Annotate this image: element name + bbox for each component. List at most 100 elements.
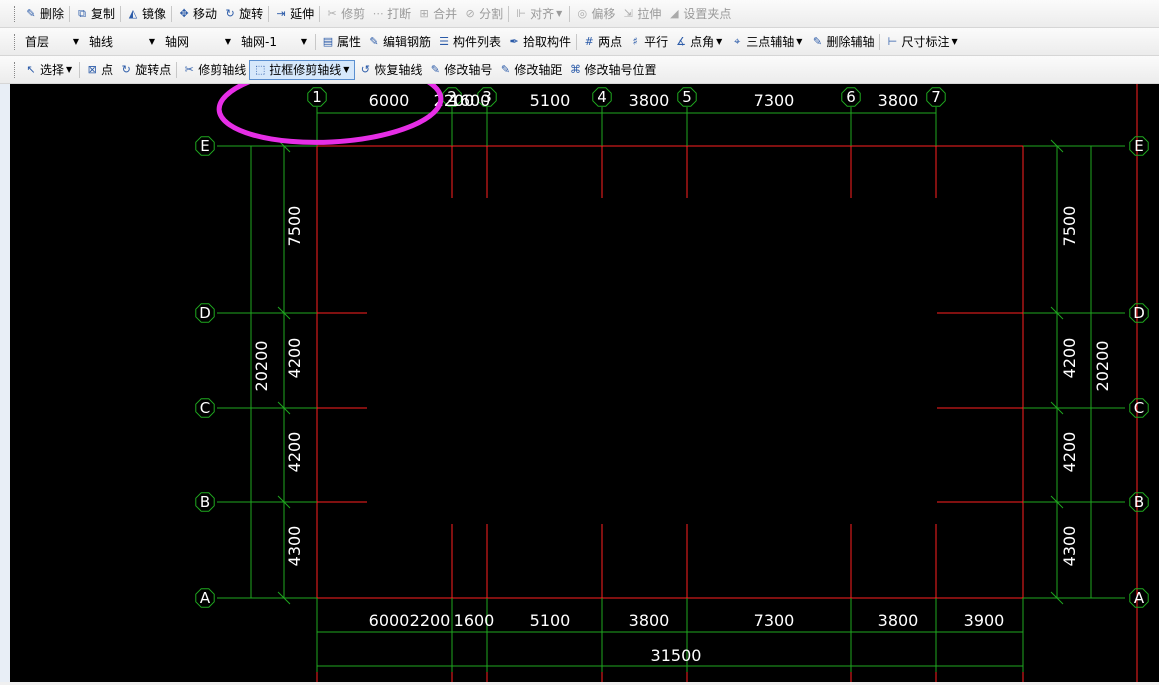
- chevron-down-icon[interactable]: ▼: [343, 65, 349, 74]
- axis-label: B: [200, 493, 210, 511]
- delete-button-label: 删除: [40, 7, 65, 21]
- box-trim-axis-button[interactable]: ⬚ 拉框修剪轴线 ▼: [249, 59, 356, 80]
- separator: [120, 5, 122, 22]
- stretch-button[interactable]: ⇲ 拉伸: [618, 4, 664, 24]
- toolbar-grip[interactable]: [14, 33, 17, 50]
- extend-button[interactable]: ⇥ 延伸: [271, 4, 317, 24]
- trim-button-label: 修剪: [341, 7, 366, 21]
- point-angle-button[interactable]: ∡ 点角 ▼: [671, 32, 727, 52]
- type-select-value: 轴网: [165, 35, 190, 49]
- two-point-button[interactable]: # 两点: [579, 32, 625, 52]
- dimension-text: 7500: [1060, 206, 1079, 247]
- mirror-button-label: 镜像: [142, 7, 167, 21]
- separator: [315, 33, 316, 50]
- separator: [79, 61, 81, 78]
- properties-icon: ▤: [322, 35, 334, 48]
- align-icon: ⊩: [516, 7, 526, 20]
- toolbar-grip[interactable]: [14, 5, 17, 22]
- offset-button-label: 偏移: [591, 7, 616, 21]
- rotate-point-icon: ↻: [121, 63, 131, 76]
- dimension-text: 4200: [285, 432, 304, 473]
- pencil-erase-icon: ✎: [26, 7, 36, 20]
- stretch-button-label: 拉伸: [637, 7, 662, 21]
- floor-select[interactable]: 首层 ▼: [21, 33, 83, 51]
- chevron-down-icon: ▼: [224, 37, 231, 46]
- axis-grid-drawing: 1 2 3 4 5 6 7E ED DC CB BA A6000 22001600 5100 3800 730…: [195, 63, 1149, 682]
- point-angle-button-label: 点角: [690, 35, 715, 49]
- align-button-label: 对齐: [530, 7, 555, 21]
- axis-label: A: [200, 589, 211, 607]
- axis-label: 4: [597, 88, 607, 106]
- trim-button[interactable]: ✂ 修剪: [322, 4, 368, 24]
- restore-axis-button[interactable]: ↺ 恢复轴线: [355, 60, 425, 80]
- copy-button-label: 复制: [91, 7, 116, 21]
- parallel-button[interactable]: ♯ 平行: [625, 32, 671, 52]
- offset-icon: ◎: [577, 7, 588, 20]
- delete-aux-button[interactable]: ✎ 删除辅轴: [807, 32, 877, 52]
- toolbar-grip[interactable]: [14, 61, 17, 78]
- move-button-label: 移动: [193, 7, 218, 21]
- edit-rebar-button-label: 编辑钢筋: [383, 35, 432, 49]
- three-point-axis-icon: ⌖: [734, 34, 741, 48]
- dimension-button[interactable]: ⊢ 尺寸标注 ▼: [882, 32, 962, 52]
- align-button[interactable]: ⊩ 对齐 ▼: [511, 4, 567, 24]
- break-button[interactable]: ⋯ 打断: [368, 4, 414, 24]
- select-button-label: 选择: [40, 63, 65, 77]
- edit-axis-number-button[interactable]: ✎ 修改轴号: [425, 60, 495, 80]
- edit-rebar-button[interactable]: ✎ 编辑钢筋: [364, 32, 434, 52]
- set-grip-button[interactable]: ◢ 设置夹点: [664, 4, 734, 24]
- properties-button[interactable]: ▤ 属性: [318, 32, 364, 52]
- instance-select[interactable]: 轴网-1 ▼: [237, 33, 311, 51]
- floor-select-value: 首层: [25, 35, 50, 49]
- offset-button[interactable]: ◎ 偏移: [572, 4, 618, 24]
- chevron-down-icon[interactable]: ▼: [796, 37, 802, 46]
- edit-axis-distance-button[interactable]: ✎ 修改轴距: [495, 60, 565, 80]
- rotate-point-button[interactable]: ↻ 旋转点: [116, 60, 174, 80]
- edit-axis-number-icon: ✎: [430, 63, 441, 76]
- rotate-point-button-label: 旋转点: [135, 63, 172, 77]
- edit-rebar-icon: ✎: [369, 35, 379, 48]
- rotate-button[interactable]: ↻ 旋转: [220, 4, 266, 24]
- chevron-down-icon[interactable]: ▼: [716, 37, 722, 46]
- dimension-text: 4200: [285, 338, 304, 379]
- three-point-aux-button[interactable]: ⌖ 三点辅轴 ▼: [727, 32, 807, 52]
- pick-component-button[interactable]: ✒ 拾取构件: [504, 32, 574, 52]
- drawing-canvas[interactable]: 1 2 3 4 5 6 7 E E D D C C B B A A 6000 2200 1600 5100 3800 730…: [10, 63, 1159, 682]
- copy-button[interactable]: ⧉ 复制: [72, 4, 118, 24]
- move-button[interactable]: ✥ 移动: [174, 4, 220, 24]
- delete-button[interactable]: ✎ 删除: [21, 4, 67, 24]
- edit-axis-position-button[interactable]: ⌘ 修改轴号位置: [565, 60, 659, 80]
- dimension-text: 5100: [530, 611, 571, 630]
- axis-toolbar: ↖ 选择 ▼ ⊠ 点 ↻ 旋转点 ✂ 修剪轴线 ⬚ 拉框修剪轴线 ▼ ↺ 恢复轴线 ✎ 修改轴号 ✎ 修改轴距 ⌘ 修…: [0, 56, 1159, 84]
- properties-button-label: 属性: [337, 35, 362, 49]
- type-select[interactable]: 轴网 ▼: [161, 33, 235, 51]
- mirror-button[interactable]: ◭ 镜像: [123, 4, 169, 24]
- edit-axis-position-icon: ⌘: [569, 63, 581, 76]
- split-button[interactable]: ⊘ 分割: [460, 4, 506, 24]
- component-tools: ▤ 属性 ✎ 编辑钢筋 ☰ 构件列表 ✒ 拾取构件 # 两点 ♯ 平行 ∡ 点角 ▼ ⌖ 三点辅轴 ▼ ✎ 删除辅轴 ⊢…: [318, 32, 963, 52]
- component-list-button[interactable]: ☰ 构件列表: [434, 32, 504, 52]
- dimension-text: 2200: [410, 611, 451, 630]
- dimension-text: 1600: [450, 91, 491, 110]
- dimension-text: 3900: [964, 611, 1005, 630]
- dimension-text: 7300: [754, 91, 795, 110]
- category-select[interactable]: 轴线 ▼: [85, 33, 159, 51]
- chevron-down-icon[interactable]: ▼: [556, 9, 562, 18]
- chevron-down-icon[interactable]: ▼: [66, 65, 72, 74]
- point-button[interactable]: ⊠ 点: [82, 60, 116, 80]
- trim-icon: ✂: [327, 7, 337, 20]
- axis-label: 6: [846, 88, 856, 106]
- parallel-button-label: 平行: [644, 35, 669, 49]
- split-icon: ⊘: [465, 7, 475, 20]
- edit-axis-distance-icon: ✎: [500, 63, 511, 76]
- pick-component-button-label: 拾取构件: [523, 35, 572, 49]
- merge-button[interactable]: ⊞ 合并: [414, 4, 460, 24]
- dimension-text: 1600: [454, 611, 495, 630]
- trim-axis-button[interactable]: ✂ 修剪轴线: [179, 60, 249, 80]
- select-button[interactable]: ↖ 选择 ▼: [21, 60, 77, 80]
- edit-axis-number-button-label: 修改轴号: [444, 63, 493, 77]
- move-icon: ✥: [179, 7, 189, 20]
- dimension-text: 3800: [878, 611, 919, 630]
- edit-toolbar: ✎ 删除 ⧉ 复制 ◭ 镜像 ✥ 移动 ↻ 旋转 ⇥ 延伸 ✂ 修剪 ⋯ 打断 ⊞ 合并 ⊘ 分割 ⊩ 对齐 ▼ ◎ 偏移 ⇲ 拉伸…: [0, 0, 1159, 28]
- chevron-down-icon[interactable]: ▼: [951, 37, 957, 46]
